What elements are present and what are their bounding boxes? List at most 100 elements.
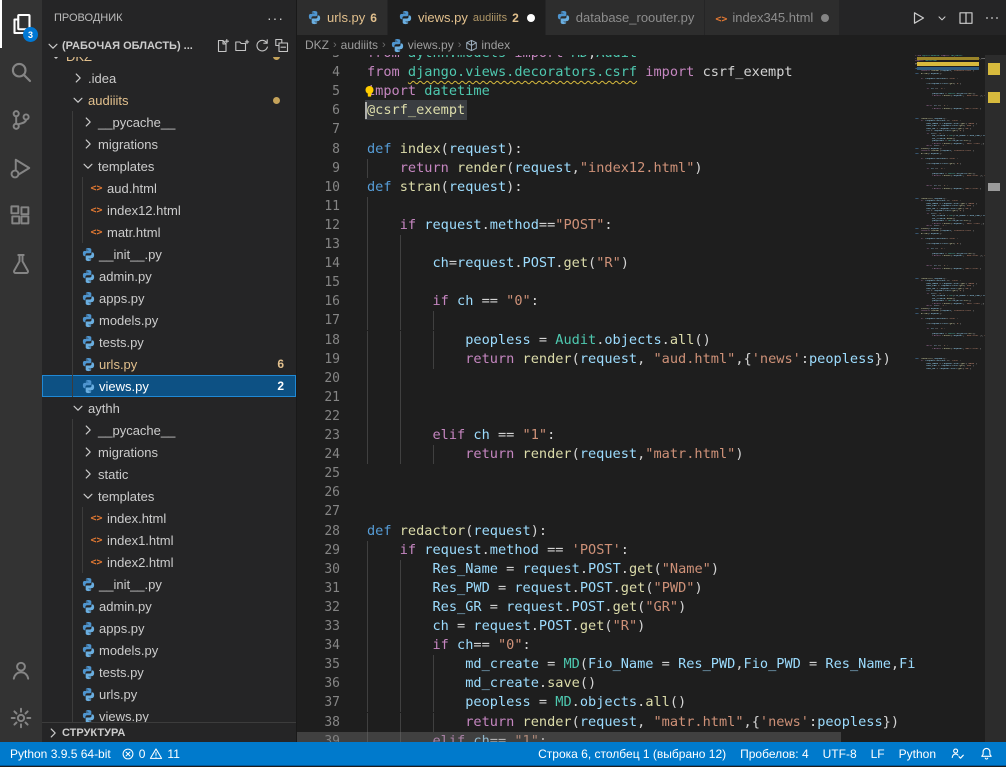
horizontal-scrollbar[interactable]: [297, 732, 915, 742]
breadcrumb-label: index: [481, 38, 510, 52]
breadcrumb-item-dkz[interactable]: DKZ: [305, 38, 329, 52]
tree-indent-guide: [72, 199, 73, 221]
tree-item-static[interactable]: static: [42, 463, 296, 485]
activity-item-explorer[interactable]: 3: [0, 0, 42, 48]
breadcrumb-item-views-py[interactable]: views.py: [390, 38, 454, 53]
python-file-icon: [80, 620, 97, 636]
tree-item-label: views.py: [99, 709, 149, 723]
tree-indent-guide: [72, 243, 73, 265]
chevron-down-icon: [46, 39, 60, 53]
python-interpreter-status[interactable]: Python 3.9.5 64-bit: [10, 747, 111, 761]
html-file-icon: <>: [88, 510, 105, 526]
tree-item-index12-html[interactable]: <>index12.html: [42, 199, 296, 221]
minimap-highlight: [917, 62, 979, 66]
explorer-more-actions-icon[interactable]: ···: [267, 10, 284, 26]
split-editor-icon[interactable]: [958, 10, 974, 26]
outline-section-header[interactable]: СТРУКТУРА: [42, 722, 296, 742]
tree-item-views-py[interactable]: views.py: [42, 705, 296, 722]
language-mode-status[interactable]: Python: [899, 747, 936, 761]
tree-item--pycache-[interactable]: __pycache__: [42, 419, 296, 441]
tree-indent-guide: [72, 705, 73, 722]
feedback-icon[interactable]: [950, 746, 965, 761]
collapse-all-icon[interactable]: [272, 36, 292, 56]
tree-item-models-py[interactable]: models.py: [42, 309, 296, 331]
tree-item-urls-py[interactable]: urls.py6: [42, 353, 296, 375]
new-folder-icon[interactable]: [232, 36, 252, 56]
eol-status[interactable]: LF: [871, 747, 885, 761]
tree-item-migrations[interactable]: migrations: [42, 133, 296, 155]
tree-item--idea[interactable]: .idea: [42, 67, 296, 89]
tree-item-tests-py[interactable]: tests.py: [42, 661, 296, 683]
warning-count: 11: [167, 747, 179, 761]
activity-item-account[interactable]: [0, 646, 42, 694]
problems-status[interactable]: 0 11: [121, 747, 180, 761]
tree-item-views-py[interactable]: views.py2: [42, 375, 296, 397]
tab-urls-py[interactable]: urls.py6: [297, 0, 388, 35]
tab-index345-html[interactable]: <>index345.html: [705, 0, 840, 35]
notifications-bell-icon[interactable]: [979, 746, 994, 761]
tree-item-tests-py[interactable]: tests.py: [42, 331, 296, 353]
tab-views-py[interactable]: views.pyaudiiits2: [388, 0, 546, 35]
code-text: def index(request):: [367, 140, 523, 159]
modified-dot: [273, 97, 280, 104]
tree-item-admin-py[interactable]: admin.py: [42, 265, 296, 287]
activity-item-run-debug[interactable]: [0, 144, 42, 192]
run-icon[interactable]: [910, 10, 926, 26]
tree-item--pycache-[interactable]: __pycache__: [42, 111, 296, 133]
tree-item-index1-html[interactable]: <>index1.html: [42, 529, 296, 551]
tree-item-templates[interactable]: templates: [42, 485, 296, 507]
workspace-section-header[interactable]: (РАБОЧАЯ ОБЛАСТЬ) ...: [42, 35, 296, 57]
tree-item-index2-html[interactable]: <>index2.html: [42, 551, 296, 573]
indent-guide: [400, 407, 401, 426]
more-actions-icon[interactable]: [984, 10, 1000, 26]
html-file-icon: <>: [88, 180, 105, 196]
tree-indent-guide: [82, 507, 83, 529]
code-editor[interactable]: 3from aythh.models import MD,Audit4from …: [297, 55, 1006, 742]
code-text: def stran(request):: [367, 178, 523, 197]
code-line: 12 if request.method=="POST":: [297, 216, 915, 235]
activity-item-search[interactable]: [0, 48, 42, 96]
breadcrumb-item-index[interactable]: index: [465, 38, 510, 52]
code-line: 7: [297, 120, 915, 139]
new-file-icon[interactable]: [212, 36, 232, 56]
tree-item-audiiits[interactable]: audiiits: [42, 89, 296, 111]
indentation-status[interactable]: Пробелов: 4: [740, 747, 809, 761]
tree-item-aud-html[interactable]: <>aud.html: [42, 177, 296, 199]
code-text: Res_Name = request.POST.get("Name"): [367, 560, 719, 579]
tree-item-admin-py[interactable]: admin.py: [42, 595, 296, 617]
tree-item-apps-py[interactable]: apps.py: [42, 617, 296, 639]
explorer-title-row: ПРОВОДНИК ···: [42, 0, 296, 35]
tree-item-index-html[interactable]: <>index.html: [42, 507, 296, 529]
tree-item-matr-html[interactable]: <>matr.html: [42, 221, 296, 243]
lightbulb-icon[interactable]: [363, 85, 376, 98]
tree-item--init-py[interactable]: __init__.py: [42, 243, 296, 265]
activity-item-testing[interactable]: [0, 240, 42, 288]
tree-item-dkz[interactable]: DKZ: [42, 57, 296, 67]
tree-item-migrations[interactable]: migrations: [42, 441, 296, 463]
activity-item-settings[interactable]: [0, 694, 42, 742]
code-text: if ch== "0":: [367, 636, 531, 655]
tree-item-urls-py[interactable]: urls.py: [42, 683, 296, 705]
activity-item-extensions[interactable]: [0, 192, 42, 240]
run-dropdown-icon[interactable]: [936, 12, 948, 24]
tree-item--init-py[interactable]: __init__.py: [42, 573, 296, 595]
tab-database-roouter-py[interactable]: database_roouter.py: [546, 0, 706, 35]
cursor-position-status[interactable]: Строка 6, столбец 1 (выбрано 12): [538, 747, 726, 761]
minimap[interactable]: from aythh.models import MD,Auditfrom dj…: [915, 55, 985, 742]
tree-item-models-py[interactable]: models.py: [42, 639, 296, 661]
code-line: 17: [297, 311, 915, 330]
tree-item-aythh[interactable]: aythh: [42, 397, 296, 419]
code-text: Res_GR = request.POST.get("GR"): [367, 598, 686, 617]
tree-item-apps-py[interactable]: apps.py: [42, 287, 296, 309]
tree-item-templates[interactable]: templates: [42, 155, 296, 177]
vertical-scrollbar[interactable]: [985, 55, 1006, 742]
refresh-icon[interactable]: [252, 36, 272, 56]
tree-item-label: __pycache__: [98, 423, 175, 438]
encoding-status[interactable]: UTF-8: [823, 747, 857, 761]
code-text: return render(request,"matr.html"): [367, 445, 744, 464]
workspace-label: (РАБОЧАЯ ОБЛАСТЬ) ...: [62, 40, 193, 52]
activity-item-source-control[interactable]: [0, 96, 42, 144]
breadcrumb-item-audiiits[interactable]: audiiits: [341, 38, 378, 52]
settings-icon: [9, 706, 33, 730]
line-number: 10: [297, 178, 340, 197]
